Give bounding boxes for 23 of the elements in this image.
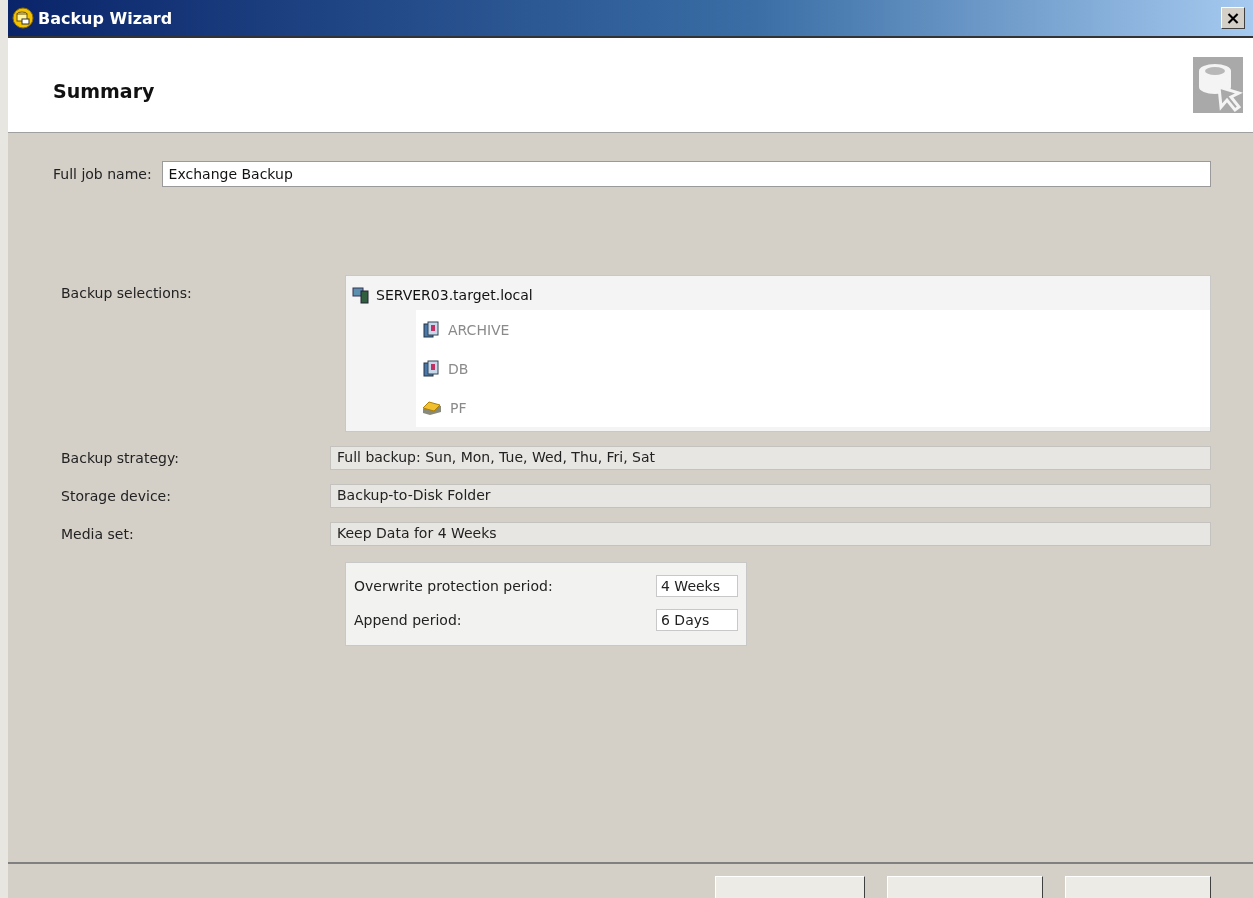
close-button[interactable]: ×: [1221, 7, 1245, 29]
period-label: Overwrite protection period:: [354, 578, 553, 594]
tape-cursor-icon: [1193, 57, 1243, 113]
window-title: Backup Wizard: [38, 8, 174, 28]
detail-label: Storage device:: [60, 488, 172, 504]
detail-label: Backup strategy:: [60, 450, 180, 466]
tree-item[interactable]: SERVER03.target.local: [376, 287, 533, 303]
period-value: 4 Weeks: [656, 575, 738, 597]
detail-value: Keep Data for 4 Weeks: [330, 522, 1211, 546]
detail-value: Full backup: Sun, Mon, Tue, Wed, Thu, Fri, Sat: [330, 446, 1211, 470]
detail-value: Backup-to-Disk Folder: [330, 484, 1211, 508]
server-icon: [352, 286, 370, 304]
job-name-field[interactable]: Exchange Backup: [161, 161, 1211, 187]
period-value: 6 Days: [656, 609, 738, 631]
detail-label: Media set:: [60, 526, 135, 542]
folder-icon: [422, 399, 442, 416]
page-title: Summary: [53, 80, 155, 102]
job-name-label: Full job name:: [53, 166, 152, 182]
database-icon: [422, 359, 440, 378]
app-icon: [12, 7, 34, 29]
backup-selections-label: Backup selections:: [60, 284, 193, 303]
database-icon: [422, 320, 440, 339]
period-label: Append period:: [354, 612, 462, 628]
